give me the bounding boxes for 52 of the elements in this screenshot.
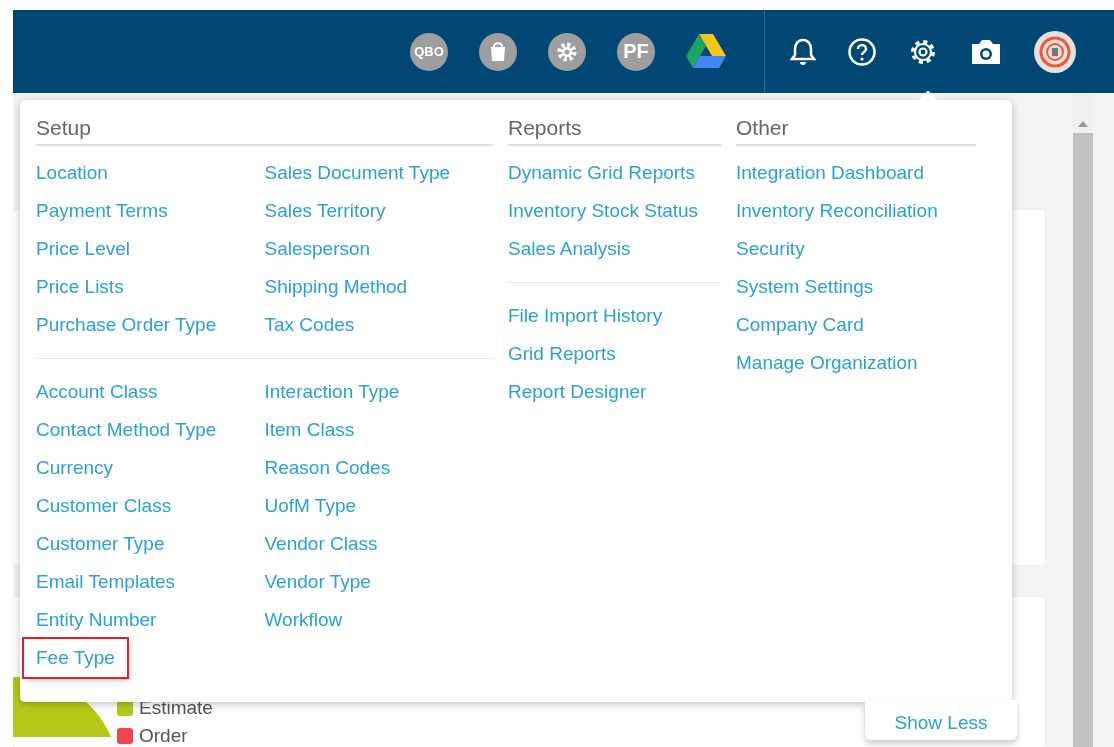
menu-link[interactable]: Salesperson bbox=[264, 230, 371, 268]
menu-link[interactable]: Item Class bbox=[264, 411, 355, 449]
menu-link[interactable]: Vendor Type bbox=[264, 563, 371, 601]
pf-icon[interactable]: PF bbox=[617, 32, 655, 71]
menu-link[interactable]: Location bbox=[36, 154, 108, 192]
menu-link[interactable]: Price Lists bbox=[36, 268, 124, 306]
camera-icon[interactable] bbox=[969, 37, 1003, 66]
section-title: Reports bbox=[508, 116, 721, 146]
help-icon[interactable] bbox=[847, 36, 877, 67]
menu-link[interactable]: Payment Terms bbox=[36, 192, 168, 230]
menu-link[interactable]: Workflow bbox=[264, 601, 343, 639]
gear-icon[interactable] bbox=[548, 32, 586, 71]
drive-icon[interactable] bbox=[686, 33, 726, 70]
menu-link[interactable]: Security bbox=[736, 230, 805, 268]
menu-link[interactable]: Sales Territory bbox=[264, 192, 386, 230]
menu-link[interactable]: Manage Organization bbox=[736, 344, 918, 382]
menu-link[interactable]: Customer Type bbox=[36, 525, 165, 563]
menu-link[interactable]: Dynamic Grid Reports bbox=[508, 154, 695, 192]
section-title: Other bbox=[736, 116, 976, 146]
menu-link[interactable]: Integration Dashboard bbox=[736, 154, 924, 192]
menu-link[interactable]: Sales Document Type bbox=[264, 154, 451, 192]
menu-link[interactable]: System Settings bbox=[736, 268, 874, 306]
menu-link[interactable]: Sales Analysis bbox=[508, 230, 631, 268]
menu-link[interactable]: UofM Type bbox=[264, 487, 357, 525]
qbo-icon[interactable]: QBO bbox=[410, 32, 448, 71]
menu-link[interactable]: Currency bbox=[36, 449, 114, 487]
menu-link[interactable]: Vendor Class bbox=[264, 525, 378, 563]
show-less-button[interactable]: Show Less bbox=[865, 700, 1017, 740]
menu-link[interactable]: Tax Codes bbox=[264, 306, 355, 344]
menu-link[interactable]: Inventory Stock Status bbox=[508, 192, 699, 230]
section-title: Setup bbox=[36, 116, 493, 146]
legend-label: Estimate bbox=[139, 697, 213, 719]
legend-label: Order bbox=[139, 725, 188, 747]
menu-link[interactable]: Account Class bbox=[36, 373, 158, 411]
menu-link[interactable]: Reason Codes bbox=[264, 449, 391, 487]
menu-link[interactable]: Contact Method Type bbox=[36, 411, 217, 449]
menu-link[interactable]: Shipping Method bbox=[264, 268, 408, 306]
menu-link[interactable]: Purchase Order Type bbox=[36, 306, 217, 344]
menu-link[interactable]: Entity Number bbox=[36, 601, 157, 639]
bell-icon[interactable] bbox=[790, 37, 816, 66]
menu-link[interactable]: Interaction Type bbox=[264, 373, 400, 411]
menu-link[interactable]: Report Designer bbox=[508, 373, 647, 411]
menu-link[interactable]: Customer Class bbox=[36, 487, 172, 525]
menu-link[interactable]: Inventory Reconciliation bbox=[736, 192, 938, 230]
menu-link[interactable]: Company Card bbox=[736, 306, 864, 344]
menu-link[interactable]: Email Templates bbox=[36, 563, 176, 601]
shopping-bag-icon[interactable] bbox=[479, 32, 517, 71]
menu-link[interactable]: Fee Type bbox=[24, 639, 127, 677]
avatar-icon[interactable] bbox=[1034, 30, 1076, 73]
menu-link[interactable]: File Import History bbox=[508, 297, 663, 335]
menu-link[interactable]: Price Level bbox=[36, 230, 130, 268]
menu-link[interactable]: Grid Reports bbox=[508, 335, 616, 373]
